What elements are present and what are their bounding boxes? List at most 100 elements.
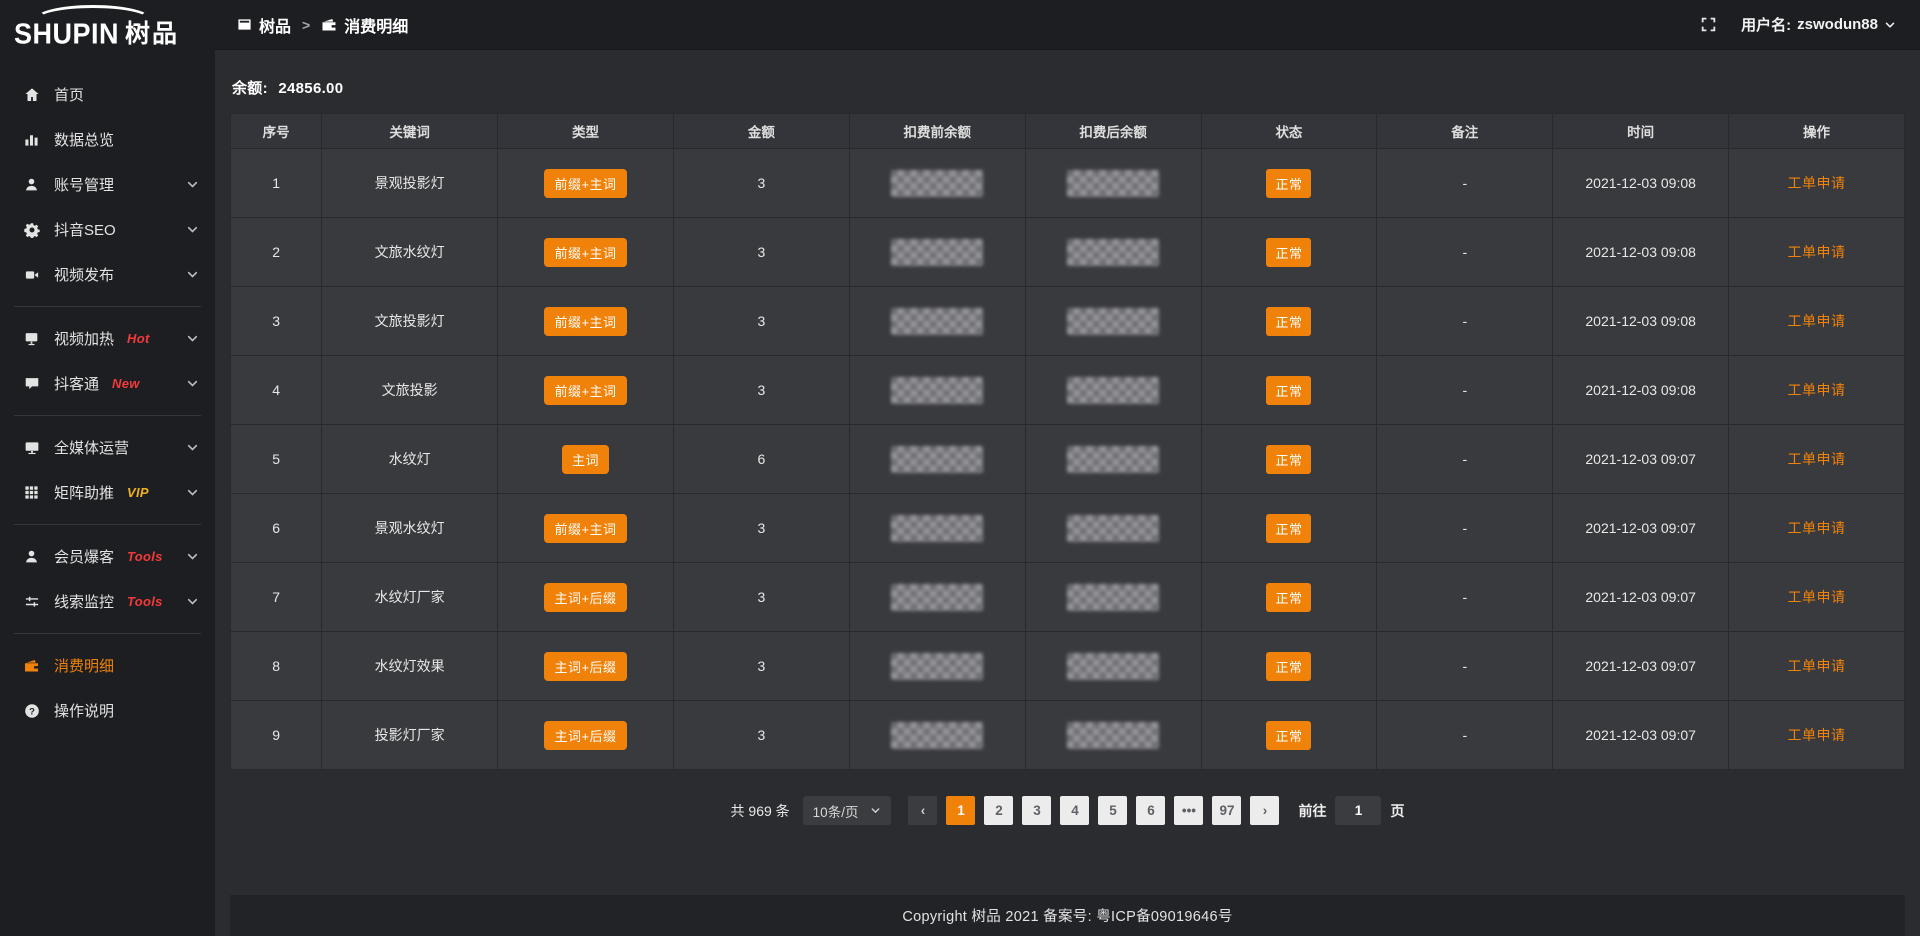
status-badge: 正常 xyxy=(1266,307,1311,336)
sidebar-item-label: 全媒体运营 xyxy=(54,437,129,458)
redacted-balance-after xyxy=(1067,515,1159,542)
breadcrumb-home[interactable]: 树品 xyxy=(237,13,291,37)
sidebar-item[interactable]: 首页 xyxy=(0,72,215,117)
table-row: 5 水纹灯 主词 6 xyxy=(231,425,1905,494)
status-badge: 正常 xyxy=(1266,376,1311,405)
chevron-down-icon xyxy=(186,377,199,390)
cell-balance-after xyxy=(1025,287,1201,356)
redacted-balance-before xyxy=(891,377,983,404)
breadcrumb-current-label: 消费明细 xyxy=(344,13,408,37)
sidebar-item[interactable]: 账号管理 xyxy=(0,162,215,207)
page-button[interactable]: 2 xyxy=(984,796,1013,825)
ticket-request-link[interactable]: 工单申请 xyxy=(1788,382,1846,398)
cell-index: 9 xyxy=(231,701,322,770)
fullscreen-icon[interactable] xyxy=(1700,16,1717,33)
cell-balance-after xyxy=(1025,425,1201,494)
redacted-balance-after xyxy=(1067,308,1159,335)
column-header: 序号 xyxy=(231,114,322,149)
page-button[interactable]: 1 xyxy=(946,796,975,825)
user-icon xyxy=(22,548,41,565)
type-badge: 前缀+主词 xyxy=(544,514,626,543)
cell-index: 5 xyxy=(231,425,322,494)
sidebar-item[interactable]: 抖客通 New xyxy=(0,361,215,406)
user-menu[interactable]: 用户名: zswodun88 xyxy=(1741,14,1896,35)
brand-logo[interactable]: SHUPIN 树品 xyxy=(0,0,215,60)
ticket-request-link[interactable]: 工单申请 xyxy=(1788,451,1846,467)
cell-amount: 3 xyxy=(673,356,849,425)
ticket-request-link[interactable]: 工单申请 xyxy=(1788,313,1846,329)
ticket-request-link[interactable]: 工单申请 xyxy=(1788,589,1846,605)
type-badge: 主词+后缀 xyxy=(544,721,626,750)
goto-page: 前往 页 xyxy=(1298,796,1404,825)
cell-balance-after xyxy=(1025,563,1201,632)
sidebar-item-label: 视频加热 xyxy=(54,328,114,349)
sidebar-item[interactable]: 全媒体运营 xyxy=(0,425,215,470)
page-button[interactable]: 3 xyxy=(1022,796,1051,825)
ticket-request-link[interactable]: 工单申请 xyxy=(1788,175,1846,191)
sidebar-item[interactable]: 会员爆客 Tools xyxy=(0,534,215,579)
ticket-request-link[interactable]: 工单申请 xyxy=(1788,658,1846,674)
cell-remark: - xyxy=(1377,701,1553,770)
cell-balance-before xyxy=(849,563,1025,632)
sidebar-item[interactable]: 抖音SEO xyxy=(0,207,215,252)
cell-keyword: 文旅投影灯 xyxy=(322,287,498,356)
page-button[interactable]: ••• xyxy=(1174,796,1203,825)
type-badge: 前缀+主词 xyxy=(544,307,626,336)
sidebar-item[interactable]: ? 操作说明 xyxy=(0,688,215,733)
cell-remark: - xyxy=(1377,425,1553,494)
goto-page-input[interactable] xyxy=(1335,796,1381,825)
sidebar-item[interactable]: 线索监控 Tools xyxy=(0,579,215,624)
cell-time: 2021-12-03 09:08 xyxy=(1553,218,1729,287)
video-icon xyxy=(22,266,41,283)
chevron-down-icon xyxy=(1884,19,1896,31)
cell-remark: - xyxy=(1377,494,1553,563)
cell-action: 工单申请 xyxy=(1729,563,1905,632)
sidebar-item-label: 抖客通 xyxy=(54,373,99,394)
cell-time: 2021-12-03 09:07 xyxy=(1553,425,1729,494)
cell-status: 正常 xyxy=(1201,494,1377,563)
cell-keyword: 文旅水纹灯 xyxy=(322,218,498,287)
cell-balance-before xyxy=(849,356,1025,425)
cell-balance-after xyxy=(1025,701,1201,770)
table-row: 8 水纹灯效果 主词+后缀 3 xyxy=(231,632,1905,701)
gear-icon xyxy=(22,221,41,238)
sidebar-item[interactable]: 视频加热 Hot xyxy=(0,316,215,361)
cell-balance-after xyxy=(1025,494,1201,563)
page-button[interactable]: 5 xyxy=(1098,796,1127,825)
sidebar-divider xyxy=(14,415,201,416)
page-size-select[interactable]: 10条/页 xyxy=(803,796,892,825)
user-icon xyxy=(22,176,41,193)
cell-index: 3 xyxy=(231,287,322,356)
cell-keyword: 文旅投影 xyxy=(322,356,498,425)
page-button[interactable]: 6 xyxy=(1136,796,1165,825)
next-page-button[interactable]: › xyxy=(1250,796,1279,825)
cell-keyword: 水纹灯 xyxy=(322,425,498,494)
redacted-balance-before xyxy=(891,239,983,266)
page-button[interactable]: 97 xyxy=(1212,796,1241,825)
ticket-request-link[interactable]: 工单申请 xyxy=(1788,727,1846,743)
sidebar-item[interactable]: 消费明细 xyxy=(0,643,215,688)
ticket-request-link[interactable]: 工单申请 xyxy=(1788,244,1846,260)
sidebar-item[interactable]: 视频发布 xyxy=(0,252,215,297)
breadcrumb-current[interactable]: 消费明细 xyxy=(321,13,408,37)
page-button[interactable]: 4 xyxy=(1060,796,1089,825)
table-row: 9 投影灯厂家 主词+后缀 3 xyxy=(231,701,1905,770)
column-header: 类型 xyxy=(498,114,674,149)
cell-index: 2 xyxy=(231,218,322,287)
prev-page-button[interactable]: ‹ xyxy=(908,796,937,825)
cell-time: 2021-12-03 09:07 xyxy=(1553,563,1729,632)
ticket-request-link[interactable]: 工单申请 xyxy=(1788,520,1846,536)
grid-icon xyxy=(22,484,41,501)
sidebar-item[interactable]: 数据总览 xyxy=(0,117,215,162)
table-row: 3 文旅投影灯 前缀+主词 3 xyxy=(231,287,1905,356)
status-badge: 正常 xyxy=(1266,514,1311,543)
chevron-down-icon xyxy=(186,441,199,454)
app-root: SHUPIN 树品 首页 数据总览 xyxy=(0,0,1920,936)
cell-balance-before xyxy=(849,149,1025,218)
redacted-balance-after xyxy=(1067,170,1159,197)
cell-remark: - xyxy=(1377,149,1553,218)
sidebar-item[interactable]: 矩阵助推 VIP xyxy=(0,470,215,515)
type-badge: 主词 xyxy=(562,445,609,474)
sidebar: SHUPIN 树品 首页 数据总览 xyxy=(0,0,215,936)
bar-chart-icon xyxy=(22,131,41,148)
